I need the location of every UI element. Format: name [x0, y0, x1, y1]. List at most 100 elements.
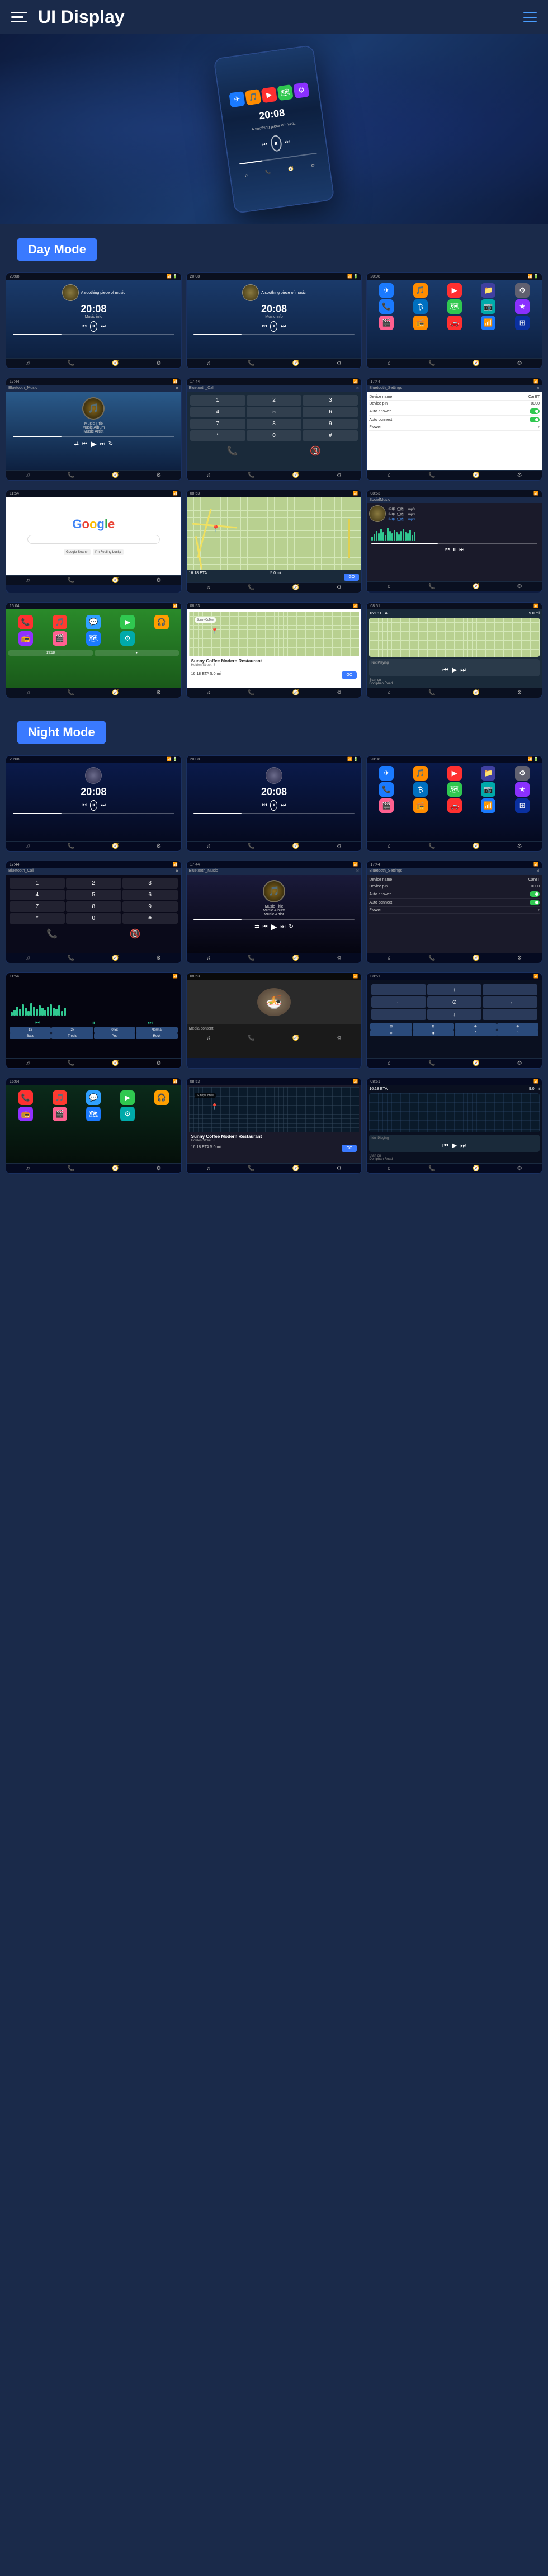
nbs-tel[interactable]: 📞 — [428, 955, 435, 961]
bm-gps[interactable]: 🧭 — [112, 472, 119, 478]
n-bt-shuffle[interactable]: ⇄ — [254, 924, 259, 930]
nav-tel-2[interactable]: 📞 — [248, 360, 254, 366]
bm-tel[interactable]: 📞 — [68, 472, 74, 478]
app-phone-l[interactable]: 📞 — [18, 615, 33, 629]
ntn-eq[interactable]: ♫ — [387, 1165, 391, 1172]
n-app-extra[interactable]: ★ — [515, 782, 530, 797]
nbc-set[interactable]: ⚙ — [156, 955, 161, 961]
n-spd-3[interactable]: ⊕ — [455, 1023, 496, 1030]
nw-set[interactable]: ⚙ — [156, 1060, 161, 1066]
n-spd-4[interactable]: ⊗ — [497, 1023, 538, 1030]
nav-gps-3[interactable]: 🧭 — [473, 360, 479, 366]
n-media-play[interactable]: ▶ — [452, 1141, 457, 1150]
n-poi-go-btn[interactable]: GO — [342, 1145, 357, 1152]
app-settings-day[interactable]: ⚙ — [515, 283, 530, 298]
nbc-tel[interactable]: 📞 — [68, 955, 74, 961]
hero-next-btn[interactable]: ⏭ — [284, 138, 290, 145]
nav-icon[interactable] — [523, 12, 537, 22]
spd-2[interactable]: 2x — [51, 1027, 93, 1033]
night-next-2[interactable]: ⏭ — [281, 802, 286, 808]
n-num-7[interactable]: 7 — [10, 901, 65, 912]
n-bt-repeat[interactable]: ↻ — [289, 924, 293, 930]
npi-gps[interactable]: 🧭 — [292, 1165, 299, 1172]
poi-set[interactable]: ⚙ — [337, 690, 342, 696]
n-app-radio[interactable]: 📻 — [413, 798, 428, 813]
nnc-set[interactable]: ⚙ — [517, 1060, 522, 1066]
screen2-next[interactable]: ⏭ — [281, 323, 286, 330]
app-media-day[interactable]: 🎬 — [379, 316, 394, 330]
al-set[interactable]: ⚙ — [156, 690, 161, 696]
app-orange-l[interactable]: 🎧 — [154, 615, 169, 629]
n-bt-auto-answer-toggle[interactable] — [530, 891, 540, 897]
n-num-star[interactable]: * — [10, 913, 65, 924]
nbc-eq[interactable]: ♫ — [26, 955, 30, 961]
n-arrow-up[interactable]: ↑ — [427, 984, 482, 995]
social-prev[interactable]: ⏮ — [445, 547, 450, 553]
nav-set-3[interactable]: ⚙ — [517, 360, 522, 366]
media-next[interactable]: ⏭ — [460, 666, 466, 674]
num-4[interactable]: 4 — [190, 407, 245, 417]
bt-play[interactable]: ▶ — [91, 439, 97, 449]
n-al-audio[interactable]: 🎧 — [154, 1090, 169, 1105]
n-wave-prev[interactable]: ⏮ — [35, 1020, 40, 1026]
night-play-1[interactable]: ⏸ — [90, 800, 97, 811]
spd-half[interactable]: 0.5x — [94, 1027, 135, 1033]
n-wave-play[interactable]: ⏸ — [92, 1020, 95, 1026]
n-arrow-right[interactable]: → — [483, 996, 537, 1008]
num-5[interactable]: 5 — [247, 407, 302, 417]
n-spd-1[interactable]: ⊞ — [370, 1023, 412, 1030]
app-purple-l[interactable]: 📻 — [18, 631, 33, 646]
n-al-msg[interactable]: 💬 — [86, 1090, 101, 1105]
bc-set[interactable]: ⚙ — [337, 472, 342, 478]
bt-auto-answer-toggle[interactable] — [530, 408, 540, 414]
n-media-next[interactable]: ⏭ — [460, 1141, 466, 1150]
nav-eq-2[interactable]: ♫ — [206, 360, 211, 366]
nm-gps[interactable]: 🧭 — [292, 1035, 299, 1041]
night-next-1[interactable]: ⏭ — [101, 802, 106, 808]
n-media-prev[interactable]: ⏮ — [442, 1141, 448, 1150]
app-music[interactable]: 🎵 — [245, 89, 261, 105]
bt-next[interactable]: ⏭ — [100, 441, 105, 447]
app-camera-day[interactable]: 📷 — [481, 299, 495, 314]
nv-tel[interactable]: 📞 — [248, 585, 254, 591]
nal-tel[interactable]: 📞 — [68, 1165, 74, 1172]
n-app-files[interactable]: 📁 — [481, 766, 495, 781]
ntn-set[interactable]: ⚙ — [517, 1165, 522, 1172]
google-search-btn[interactable]: Google Search — [64, 549, 91, 555]
nv-gps[interactable]: 🧭 — [292, 585, 299, 591]
google-search-bar[interactable] — [27, 535, 160, 544]
n-al-phone[interactable]: 📞 — [18, 1090, 33, 1105]
screen1-next[interactable]: ⏭ — [101, 323, 106, 330]
bc-eq[interactable]: ♫ — [206, 472, 211, 478]
n-app-music[interactable]: 🎵 — [413, 766, 428, 781]
n-arrow-down[interactable]: ↓ — [427, 1009, 482, 1020]
nbs-gps[interactable]: 🧭 — [473, 955, 479, 961]
nal-set[interactable]: ⚙ — [156, 1165, 161, 1172]
spd-pop[interactable]: Pop — [94, 1033, 135, 1039]
n-num-5[interactable]: 5 — [66, 890, 121, 900]
poi-eq[interactable]: ♫ — [206, 690, 211, 696]
app-settings[interactable]: ⚙ — [293, 82, 309, 98]
nav-set-2[interactable]: ⚙ — [337, 360, 342, 366]
nnc-tel[interactable]: 📞 — [428, 1060, 435, 1066]
num-0[interactable]: 0 — [247, 430, 302, 441]
nm-eq[interactable]: ♫ — [206, 1035, 211, 1041]
app-telegram-day[interactable]: ✈ — [379, 283, 394, 298]
app-wifi-day[interactable]: 📶 — [481, 316, 495, 330]
na-gps[interactable]: 🧭 — [473, 843, 479, 849]
app-trip-day[interactable]: 🚗 — [447, 316, 462, 330]
night-prev-1[interactable]: ⏮ — [82, 802, 87, 808]
bc-gps[interactable]: 🧭 — [292, 472, 299, 478]
n-bt-auto-connect-toggle[interactable] — [530, 900, 540, 905]
app-files-day[interactable]: 📁 — [481, 283, 495, 298]
bm-set[interactable]: ⚙ — [156, 472, 161, 478]
num-2[interactable]: 2 — [247, 395, 302, 406]
n-num-4[interactable]: 4 — [10, 890, 65, 900]
nav-gps[interactable]: 🧭 — [112, 360, 119, 366]
tn-tel[interactable]: 📞 — [428, 690, 435, 696]
al-gps[interactable]: 🧭 — [112, 690, 119, 696]
bt-prev[interactable]: ⏮ — [82, 441, 87, 447]
bs-set[interactable]: ⚙ — [517, 472, 522, 478]
bt-auto-connect-toggle[interactable] — [530, 417, 540, 422]
nbs-eq[interactable]: ♫ — [387, 955, 391, 961]
